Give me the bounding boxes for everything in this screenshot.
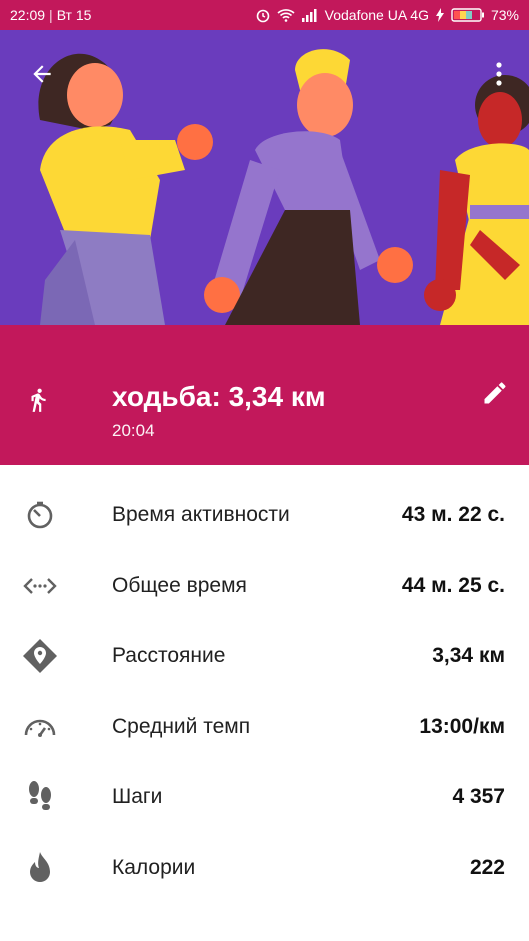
more-vert-icon [496, 62, 502, 86]
stat-row-calories: Калории 222 [0, 833, 529, 904]
total-time-icon [22, 568, 58, 604]
charging-icon [435, 8, 445, 22]
stat-value: 43 м. 22 с. [401, 503, 505, 527]
hero-illustration [0, 30, 529, 325]
stat-row-distance: Расстояние 3,34 км [0, 621, 529, 692]
wifi-icon [277, 8, 295, 22]
more-options-button[interactable] [483, 54, 515, 94]
speedometer-icon [22, 709, 58, 745]
walking-people-illustration [38, 49, 529, 325]
status-time: 22:09 [10, 7, 46, 23]
timer-icon [22, 497, 58, 533]
status-bar: 22:09 | Вт 15 Vodafone UA 4G 73% [0, 0, 529, 30]
arrow-back-icon [33, 65, 51, 83]
stat-label: Расстояние [112, 644, 226, 668]
stat-label: Время активности [112, 503, 290, 527]
footsteps-icon [22, 779, 58, 815]
stat-value: 13:00/км [419, 714, 505, 738]
walking-icon [25, 385, 51, 420]
activity-start-time: 20:04 [112, 421, 155, 440]
stat-row-average-pace: Средний темп 13:00/км [0, 692, 529, 763]
activity-stats-list: Время активности 43 м. 22 с. Общее время… [0, 480, 529, 903]
activity-title: ходьба: 3,34 км [112, 381, 326, 412]
location-diamond-icon [22, 638, 58, 674]
stat-label: Общее время [112, 573, 247, 597]
stat-row-total-time: Общее время 44 м. 25 с. [0, 551, 529, 622]
stat-value: 44 м. 25 с. [401, 573, 505, 597]
activity-header: ходьба: 3,34 км 20:04 [0, 325, 529, 465]
battery-icon [451, 7, 485, 23]
status-day: Вт 15 [56, 7, 92, 23]
stat-label: Шаги [112, 785, 163, 809]
edit-button[interactable] [479, 377, 511, 409]
fire-icon [22, 850, 58, 886]
signal-icon [301, 8, 319, 22]
stat-value: 222 [469, 855, 505, 879]
stat-row-steps: Шаги 4 357 [0, 762, 529, 833]
stat-value: 4 357 [452, 785, 505, 809]
stat-row-active-time: Время активности 43 м. 22 с. [0, 480, 529, 551]
edit-pencil-icon [484, 382, 506, 404]
back-button[interactable] [22, 54, 62, 94]
stat-label: Средний темп [112, 714, 251, 738]
alarm-icon [255, 7, 271, 23]
stat-label: Калории [112, 855, 196, 879]
battery-percent: 73% [490, 7, 519, 23]
carrier-name: Vodafone UA 4G [324, 7, 429, 23]
stat-value: 3,34 км [432, 644, 505, 668]
status-separator: | [49, 7, 53, 23]
